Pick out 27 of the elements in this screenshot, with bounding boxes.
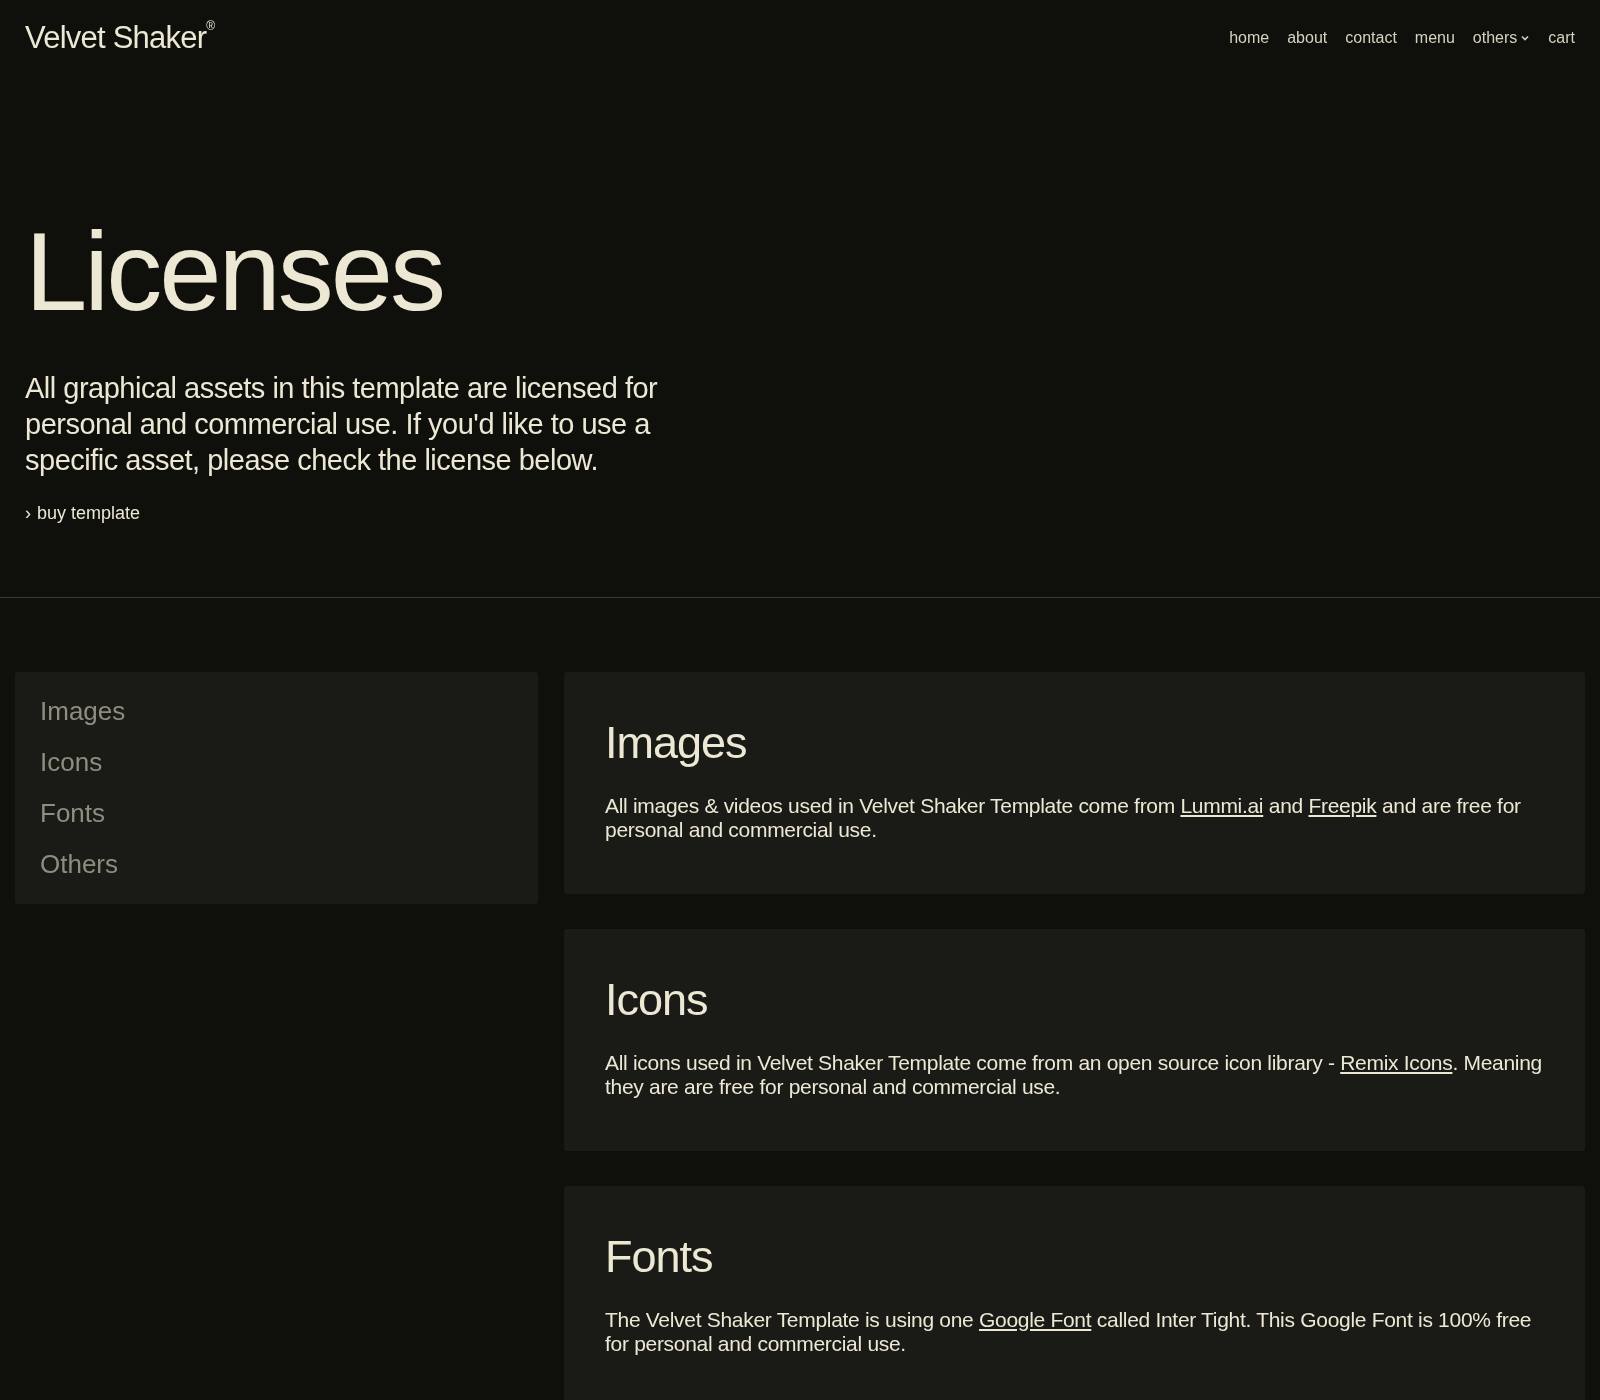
chevron-right-icon: › xyxy=(25,500,31,527)
section-text: The Velvet Shaker Template is using one Google Font called Inter Tight. This Google Font is 100% free for personal and commercial use. xyxy=(605,1308,1533,1356)
text-link[interactable]: Freepik xyxy=(1308,794,1377,817)
section-title: Images xyxy=(605,716,748,770)
buy-template-link[interactable]: › buy template xyxy=(25,500,141,527)
chevron-down-icon xyxy=(1520,33,1531,43)
sidebar-item[interactable]: Others xyxy=(40,849,119,880)
nav-link[interactable]: others xyxy=(1472,26,1531,50)
nav-link[interactable]: cart xyxy=(1548,26,1575,50)
nav-link[interactable]: menu xyxy=(1414,26,1455,50)
registered-mark: ® xyxy=(206,17,216,33)
section-title: Icons xyxy=(605,973,709,1027)
section-text: All icons used in Velvet Shaker Template come from an open source icon library - Remix Icons. Meaning they are are free for personal and commercial use. xyxy=(605,1051,1543,1099)
text-link[interactable]: Google Font xyxy=(979,1308,1092,1331)
page-title: Licenses xyxy=(25,216,445,328)
sidebar-item[interactable]: Fonts xyxy=(40,798,106,829)
nav-link[interactable]: home xyxy=(1229,26,1270,50)
sidebar-item[interactable]: Images xyxy=(40,696,126,727)
text-link[interactable]: Remix Icons xyxy=(1340,1051,1453,1074)
section-title: Fonts xyxy=(605,1230,714,1284)
sidebar-item[interactable]: Icons xyxy=(40,747,103,778)
nav-link[interactable]: contact xyxy=(1345,26,1397,50)
logo[interactable]: Velvet Shaker xyxy=(25,14,207,62)
text-link[interactable]: Lummi.ai xyxy=(1180,794,1264,817)
section-text: All images & videos used in Velvet Shaker Template come from Lummi.ai and Freepik and are free for personal and commercial use. xyxy=(605,794,1522,842)
intro-text: All graphical assets in this template are licensed for personal and commercial use. If you'd like to use a specific asset, please check the license below. xyxy=(25,371,659,478)
nav-link[interactable]: about xyxy=(1287,26,1328,50)
